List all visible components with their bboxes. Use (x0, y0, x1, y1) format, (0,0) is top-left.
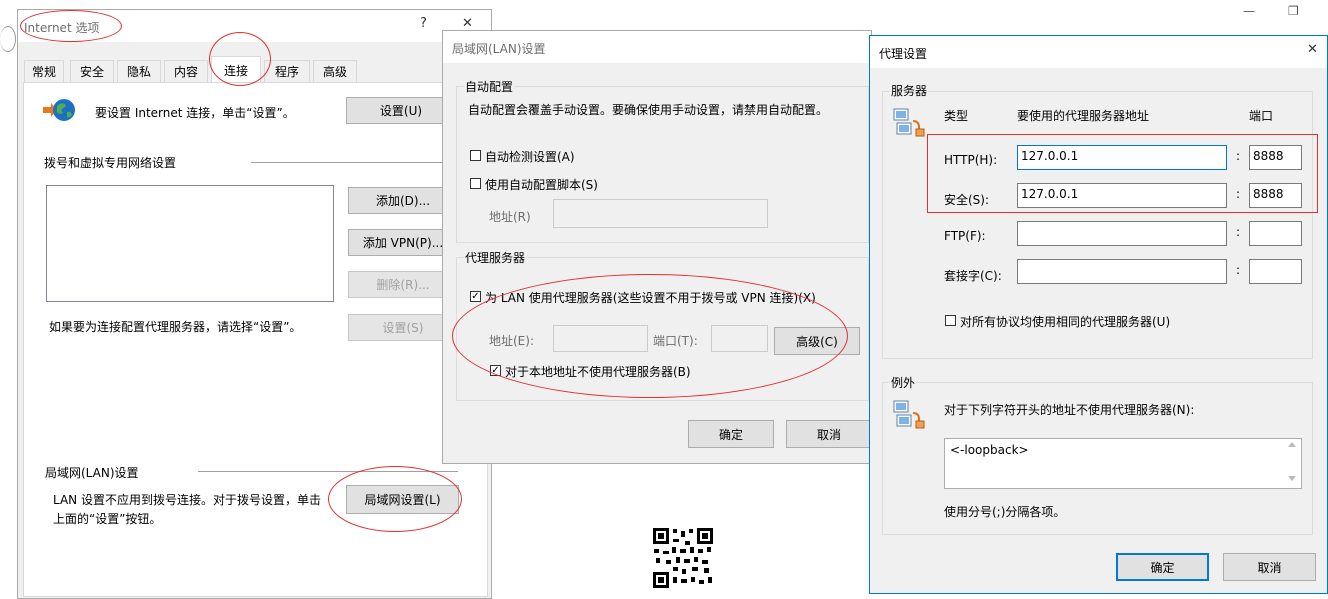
proxy-server-group-title: 代理服务器 (464, 249, 527, 266)
proxy-settings-window: 代理设置 ✕ 服务器 类型 要使用的代理服务器地址 端口 HTTP(H): 12… (869, 35, 1328, 594)
socks-label: 套接字(C): (944, 269, 1002, 283)
lan-ok-button[interactable]: 确定 (688, 420, 774, 448)
annotation-ellipse-tab (209, 32, 271, 86)
help-icon[interactable]: ? (420, 16, 427, 31)
auto-config-description: 自动配置会覆盖手动设置。要确保使用手动设置，请禁用自动配置。 (468, 103, 829, 117)
socks-address-input[interactable] (1017, 259, 1227, 284)
bg-back-arrow-icon[interactable] (0, 26, 16, 52)
bg-minimize-icon[interactable]: — (1243, 4, 1255, 18)
auto-detect-checkbox[interactable] (470, 150, 481, 161)
use-proxy-checkbox[interactable]: ✓ (470, 291, 481, 302)
tab-general[interactable]: 常规 (24, 60, 64, 82)
script-address-label: 地址(R) (489, 210, 531, 224)
lan-settings-title: 局域网(LAN)设置 (452, 42, 546, 56)
lan-cancel-button[interactable]: 取消 (786, 420, 872, 448)
proxy-ok-button[interactable]: 确定 (1116, 553, 1209, 581)
tab-programs[interactable]: 程序 (264, 60, 310, 82)
separator-hint: 使用分号(;)分隔各项。 (944, 505, 1066, 519)
ftp-colon: : (1236, 225, 1241, 239)
ftp-label: FTP(F): (944, 229, 986, 243)
servers-group-title: 服务器 (890, 82, 929, 99)
proxy-close-icon[interactable]: ✕ (1307, 42, 1318, 57)
dialup-divider (251, 162, 461, 163)
column-type: 类型 (944, 109, 969, 123)
tab-advanced[interactable]: 高级 (313, 60, 357, 82)
tab-security[interactable]: 安全 (70, 60, 114, 82)
setup-button[interactable]: 设置(U) (346, 97, 456, 124)
column-port: 端口 (1249, 109, 1274, 123)
lan-settings-window: 局域网(LAN)设置 自动配置 自动配置会覆盖手动设置。要确保使用手动设置，请禁… (442, 30, 872, 464)
close-icon[interactable]: ✕ (462, 16, 473, 31)
annotation-ellipse-title (20, 10, 122, 42)
proxy-settings-titlebar: 代理设置 ✕ (870, 36, 1327, 68)
bg-restore-icon[interactable]: ❐ (1288, 4, 1299, 18)
lan-text-line1: LAN 设置不应用到拨号连接。对于拨号设置，单击 (53, 493, 321, 507)
lan-heading: 局域网(LAN)设置 (45, 466, 139, 480)
socks-colon: : (1236, 263, 1241, 277)
qr-code-image (652, 527, 714, 589)
use-script-checkbox[interactable] (470, 178, 481, 189)
connections-list[interactable] (46, 185, 334, 302)
lan-text-line2: 上面的“设置”按钮。 (53, 512, 162, 526)
tab-content[interactable]: 内容 (164, 60, 208, 82)
proxy-cancel-button[interactable]: 取消 (1223, 553, 1316, 581)
socks-port-input[interactable] (1249, 259, 1302, 284)
globe-icon (43, 99, 75, 121)
column-address: 要使用的代理服务器地址 (1017, 109, 1150, 123)
proxy-hint-text: 如果要为连接配置代理服务器，请选择“设置”。 (49, 320, 302, 334)
setup-text: 要设置 Internet 连接，单击“设置”。 (95, 106, 295, 120)
dialup-heading: 拨号和虚拟专用网络设置 (44, 156, 177, 170)
exceptions-textarea[interactable]: <-loopback> (944, 438, 1302, 489)
use-script-label[interactable]: 使用自动配置脚本(S) (485, 176, 598, 193)
lan-settings-titlebar: 局域网(LAN)设置 (443, 31, 871, 63)
exceptions-scroll-up-icon[interactable] (1288, 442, 1296, 447)
network-computer-icon (893, 108, 925, 137)
script-address-input[interactable] (553, 199, 768, 228)
exceptions-description: 对于下列字符开头的地址不使用代理服务器(N): (944, 403, 1195, 417)
annotation-ellipse-lan-button (328, 466, 462, 532)
same-proxy-checkbox[interactable] (945, 315, 956, 326)
exceptions-group-title: 例外 (890, 374, 917, 391)
ftp-address-input[interactable] (1017, 221, 1227, 246)
auto-config-group-title: 自动配置 (464, 78, 515, 95)
exceptions-computer-icon (893, 400, 925, 429)
proxy-settings-title: 代理设置 (879, 47, 928, 61)
ftp-port-input[interactable] (1249, 221, 1302, 246)
tab-privacy[interactable]: 隐私 (117, 60, 161, 82)
auto-detect-label[interactable]: 自动检测设置(A) (485, 148, 575, 165)
same-proxy-label[interactable]: 对所有协议均使用相同的代理服务器(U) (960, 313, 1170, 330)
annotation-rect-proxy-rows (927, 134, 1318, 213)
annotation-ellipse-proxy (452, 274, 848, 398)
exceptions-scroll-down-icon[interactable] (1288, 476, 1296, 481)
